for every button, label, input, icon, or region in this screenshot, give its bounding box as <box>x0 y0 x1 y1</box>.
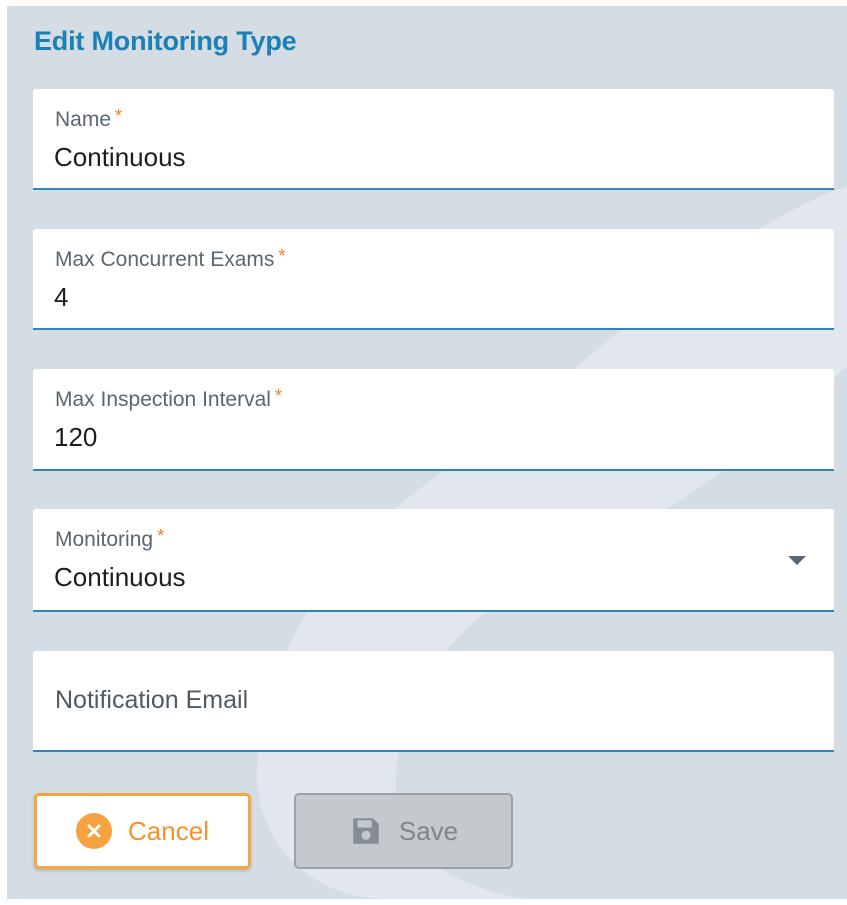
name-label: Name * <box>55 106 123 131</box>
close-circle-icon <box>76 813 113 849</box>
required-mark: * <box>115 106 123 126</box>
save-button[interactable]: Save <box>294 793 513 869</box>
cancel-button[interactable]: Cancel <box>34 793 251 869</box>
name-input[interactable]: Continuous <box>54 142 186 173</box>
required-mark: * <box>274 386 282 406</box>
max-inspection-interval-field[interactable]: Max Inspection Interval * 120 <box>33 369 834 471</box>
page-title: Edit Monitoring Type <box>34 26 297 56</box>
notification-email-input[interactable]: Notification Email <box>55 686 248 715</box>
max-inspection-interval-input[interactable]: 120 <box>54 422 97 453</box>
dropdown-arrow-icon[interactable] <box>788 556 806 565</box>
max-concurrent-exams-field[interactable]: Max Concurrent Exams * 4 <box>33 229 834 330</box>
floppy-disk-icon <box>353 818 379 844</box>
notification-email-field[interactable]: Notification Email <box>33 651 834 752</box>
required-mark: * <box>278 246 286 266</box>
max-inspection-interval-label: Max Inspection Interval * <box>55 386 282 411</box>
cancel-button-label: Cancel <box>128 815 209 846</box>
max-concurrent-exams-input[interactable]: 4 <box>54 282 68 313</box>
name-field[interactable]: Name * Continuous <box>33 89 834 190</box>
max-concurrent-exams-label: Max Concurrent Exams * <box>55 246 286 271</box>
save-button-label: Save <box>398 815 459 846</box>
monitoring-label: Monitoring * <box>55 526 165 551</box>
edit-monitoring-type-panel: Edit Monitoring Type Name * Continuous Ma… <box>7 6 847 899</box>
required-mark: * <box>157 526 165 546</box>
monitoring-selected-value: Continuous <box>54 562 186 592</box>
monitoring-select[interactable]: Monitoring * Continuous <box>33 509 834 612</box>
